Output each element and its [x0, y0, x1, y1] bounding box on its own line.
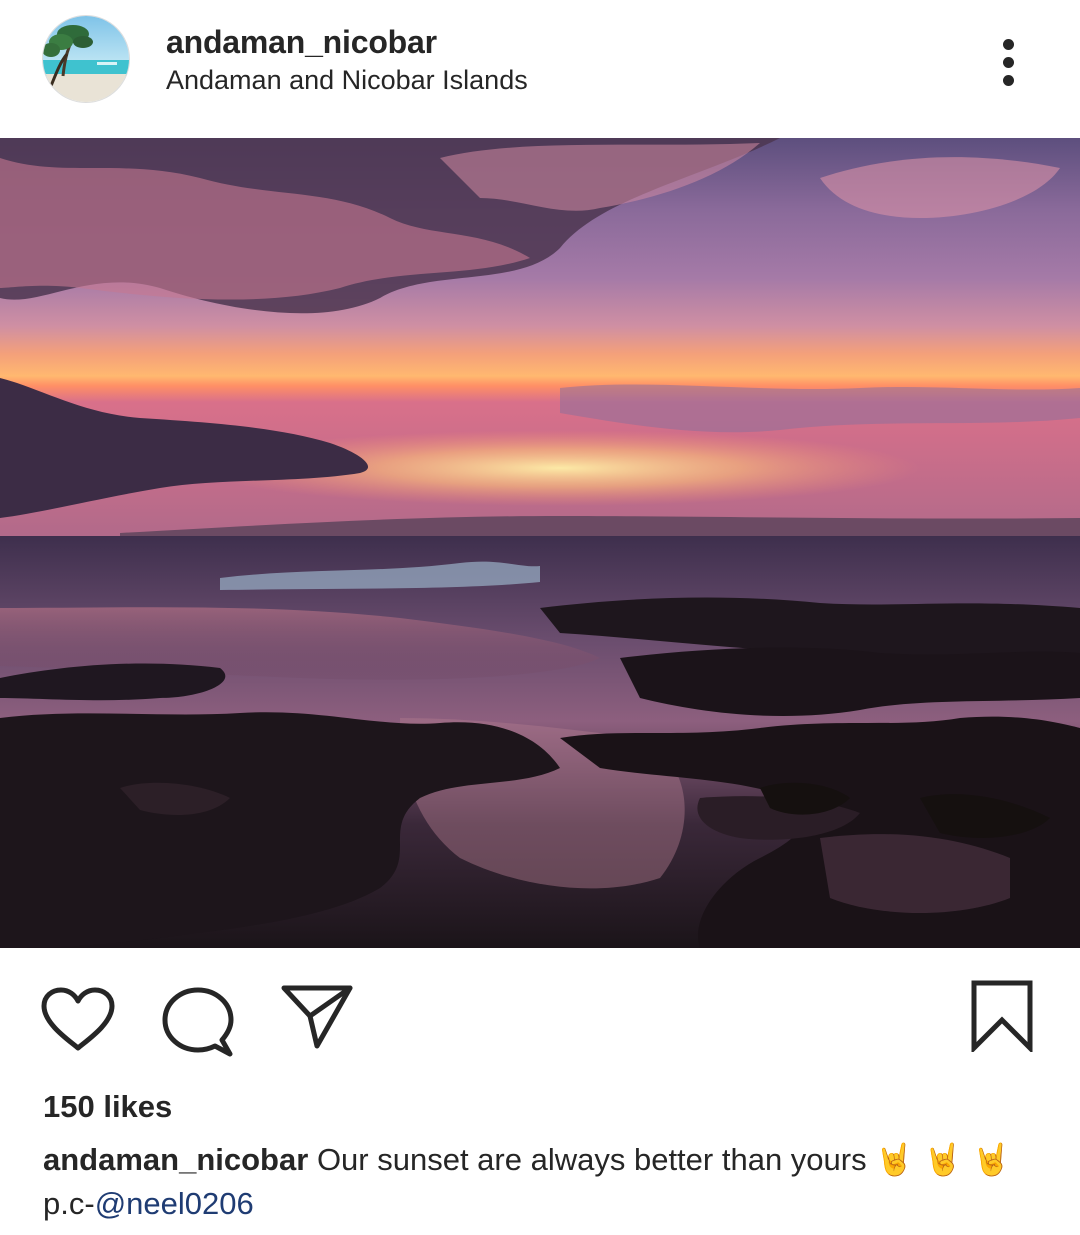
comment-bubble-icon[interactable] — [162, 986, 234, 1058]
more-dot — [1002, 38, 1014, 50]
sunset-image — [0, 138, 1080, 948]
avatar-image — [43, 16, 129, 102]
caption-emojis: 🤘 🤘 🤘 — [875, 1142, 1011, 1178]
heart-icon[interactable] — [40, 986, 116, 1054]
more-dot — [1002, 74, 1014, 86]
profile-avatar[interactable] — [42, 15, 130, 103]
bookmark-icon[interactable] — [970, 980, 1034, 1055]
more-dot — [1002, 56, 1014, 68]
share-outline — [281, 985, 353, 1049]
caption-username[interactable]: andaman_nicobar — [43, 1142, 308, 1177]
post-location[interactable]: Andaman and Nicobar Islands — [166, 65, 528, 96]
comment-outline — [162, 987, 234, 1057]
mention-link[interactable]: @neel0206 — [95, 1186, 254, 1221]
post-photo[interactable] — [0, 138, 1080, 948]
paper-plane-icon[interactable] — [280, 984, 354, 1050]
more-options-icon[interactable] — [985, 30, 1031, 94]
post-header: andaman_nicobar Andaman and Nicobar Isla… — [0, 0, 1080, 138]
post-username[interactable]: andaman_nicobar — [166, 24, 437, 61]
heart-outline — [41, 987, 115, 1051]
likes-count[interactable]: 150 likes — [43, 1089, 172, 1125]
bookmark-outline — [971, 980, 1033, 1055]
post-actions — [0, 948, 1080, 1078]
photo-credit-prefix: p.c- — [43, 1186, 95, 1221]
post-caption: andaman_nicobar Our sunset are always be… — [43, 1138, 1043, 1226]
caption-text: Our sunset are always better than yours — [316, 1142, 867, 1177]
